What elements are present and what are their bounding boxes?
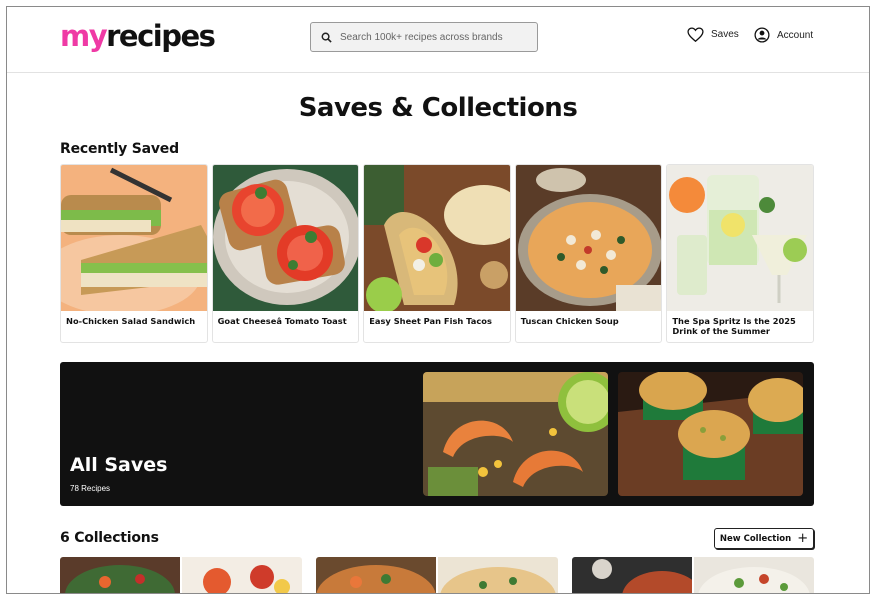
- recipe-image-sandwich: [61, 165, 207, 311]
- saves-label: Saves: [711, 29, 739, 40]
- page-title: Saves & Collections: [298, 93, 578, 123]
- collection-image: [182, 557, 302, 593]
- all-saves-banner[interactable]: All Saves 78 Recipes: [60, 362, 814, 506]
- collection-card[interactable]: [60, 557, 302, 593]
- search-icon: [321, 32, 332, 43]
- recipe-title: The Spa Spritz Is the 2025 Drink of the …: [672, 316, 796, 336]
- search-bar[interactable]: [310, 22, 538, 52]
- plus-icon: +: [797, 530, 809, 546]
- myrecipes-logo[interactable]: myrecipes: [60, 19, 216, 53]
- all-saves-title: All Saves: [70, 454, 168, 476]
- collection-image: [438, 557, 558, 593]
- collection-image: [694, 557, 814, 593]
- logo-my: my: [60, 19, 108, 53]
- recipe-image-tacos: [364, 165, 510, 311]
- recipe-card[interactable]: The Spa Spritz Is the 2025 Drink of the …: [666, 164, 814, 343]
- all-saves-image-shrimp: [423, 372, 608, 496]
- recipe-title: Tuscan Chicken Soup: [520, 316, 619, 326]
- account-icon: [754, 27, 770, 43]
- recipe-image-toast: [212, 165, 359, 311]
- new-collection-label: New Collection: [719, 533, 792, 544]
- recipe-title: No-Chicken Salad Sandwich: [66, 316, 196, 326]
- collection-image: [60, 557, 180, 593]
- collection-card[interactable]: [572, 557, 814, 593]
- search-input[interactable]: [340, 31, 520, 43]
- collections-heading: 6 Collections: [60, 530, 159, 546]
- recipe-title: Goat Cheeseâ Tomato Toast: [217, 316, 347, 326]
- site-header: myrecipes Saves Account: [7, 7, 869, 73]
- saves-link[interactable]: Saves: [687, 27, 739, 42]
- collection-image: [572, 557, 692, 593]
- recently-saved-heading: Recently Saved: [60, 141, 179, 157]
- account-link[interactable]: Account: [754, 27, 813, 43]
- recipe-card[interactable]: Easy Sheet Pan Fish Tacos: [363, 164, 511, 343]
- new-collection-button[interactable]: New Collection +: [714, 528, 814, 549]
- recently-saved-list: No-Chicken Salad Sandwich Goat Cheeseâ T…: [60, 164, 814, 344]
- collection-card[interactable]: [316, 557, 558, 593]
- heart-icon: [687, 27, 704, 42]
- all-saves-count: 78 Recipes: [70, 484, 111, 493]
- recipe-image-soup: [515, 165, 662, 311]
- recipe-card[interactable]: Tuscan Chicken Soup: [514, 164, 663, 343]
- recipe-card[interactable]: Goat Cheeseâ Tomato Toast: [211, 164, 360, 343]
- account-label: Account: [777, 29, 814, 41]
- collection-image: [316, 557, 436, 593]
- recipe-image-spritz: [667, 165, 813, 311]
- recipe-title: Easy Sheet Pan Fish Tacos: [369, 316, 492, 326]
- logo-recipes: recipes: [106, 19, 216, 53]
- browser-frame: myrecipes Saves Account Saves & Collecti…: [6, 6, 870, 594]
- recipe-card[interactable]: No-Chicken Salad Sandwich: [60, 164, 208, 343]
- all-saves-image-muffins: [618, 372, 803, 496]
